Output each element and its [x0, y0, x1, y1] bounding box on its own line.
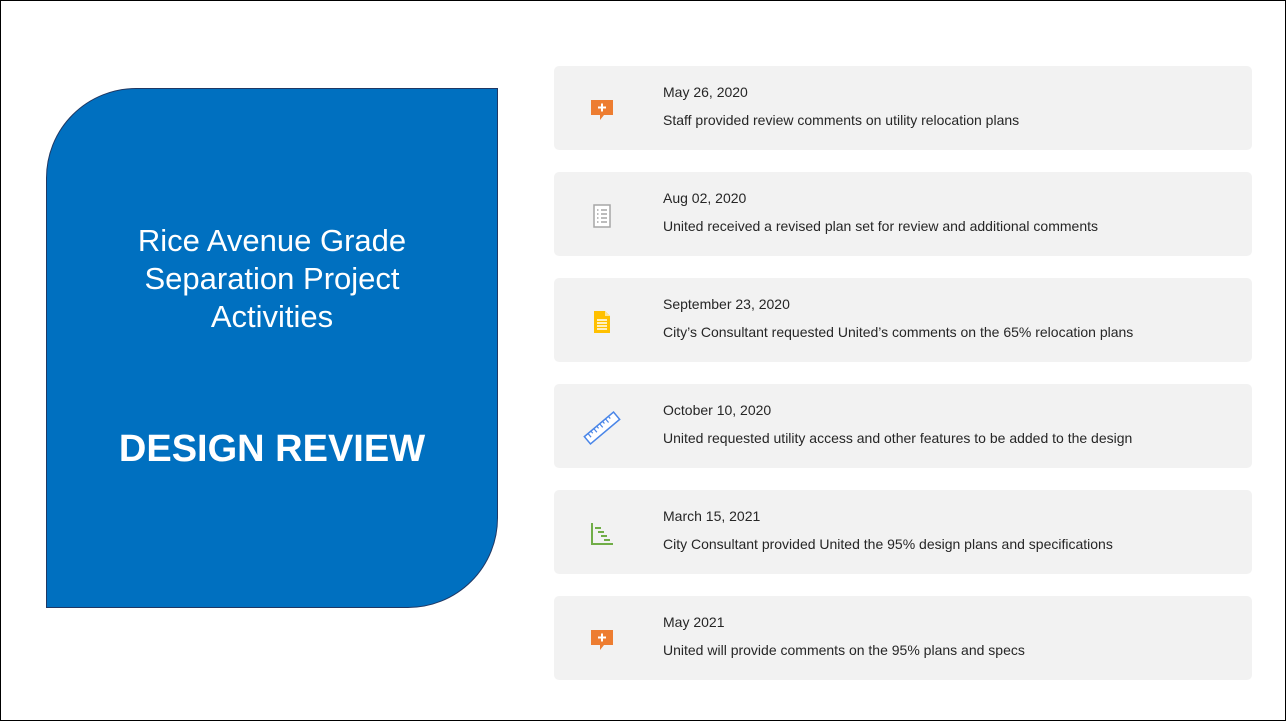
timeline-description: Staff provided review comments on utilit…: [663, 112, 1020, 128]
slide: Rice Avenue Grade Separation Project Act…: [0, 0, 1286, 721]
timeline-item: May 2021 United will provide comments on…: [554, 596, 1252, 680]
comment-add-icon: [582, 620, 622, 660]
timeline-date: September 23, 2020: [663, 296, 790, 312]
timeline-item: October 10, 2020 United requested utilit…: [554, 384, 1252, 468]
ruler-icon: [582, 408, 622, 448]
project-title-line-2: Separation Project: [144, 261, 400, 296]
project-title-line-3: Activities: [210, 299, 334, 334]
timeline-date: May 2021: [663, 614, 725, 630]
project-title: Rice Avenue Grade Separation Project Act…: [77, 222, 467, 336]
timeline-date: May 26, 2020: [663, 84, 748, 100]
title-panel: Rice Avenue Grade Separation Project Act…: [46, 88, 498, 608]
timeline-item: Aug 02, 2020 United received a revised p…: [554, 172, 1252, 256]
timeline-date: March 15, 2021: [663, 508, 761, 524]
timeline-item: September 23, 2020 City’s Consultant req…: [554, 278, 1252, 362]
timeline-description: City’s Consultant requested United’s com…: [663, 324, 1134, 340]
timeline-list: May 26, 2020 Staff provided review comme…: [554, 66, 1252, 702]
timeline-item: May 26, 2020 Staff provided review comme…: [554, 66, 1252, 150]
timeline-description: United will provide comments on the 95% …: [663, 642, 1025, 658]
gantt-chart-icon: [582, 514, 622, 554]
timeline-description: United received a revised plan set for r…: [663, 218, 1099, 234]
project-title-line-1: Rice Avenue Grade: [137, 223, 407, 258]
timeline-date: Aug 02, 2020: [663, 190, 747, 206]
document-icon: [582, 302, 622, 342]
timeline-date: October 10, 2020: [663, 402, 772, 418]
timeline-description: United requested utility access and othe…: [663, 430, 1133, 446]
timeline-item: March 15, 2021 City Consultant provided …: [554, 490, 1252, 574]
timeline-description: City Consultant provided United the 95% …: [663, 536, 1113, 552]
comment-add-icon: [582, 90, 622, 130]
checklist-icon: [582, 196, 622, 236]
section-heading: DESIGN REVIEW: [118, 428, 426, 470]
